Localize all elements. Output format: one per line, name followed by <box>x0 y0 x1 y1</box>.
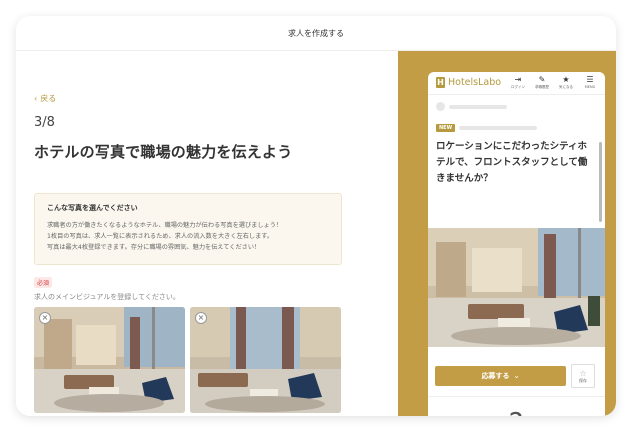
step-indicator: 3/8 <box>34 115 55 130</box>
question-icon: ? <box>502 408 530 417</box>
text-placeholder <box>449 105 507 109</box>
required-instruction: 求人のメインビジュアルを登録してください。 <box>34 293 180 301</box>
lobby-photo <box>190 307 341 413</box>
logo-text: HotelsLabo <box>448 77 502 88</box>
tip-line: 求職者の方が働きたくなるようなホテル、職場の魅力が伝わる写真を選びましょう！ <box>47 222 283 229</box>
tip-line: 1枚目の写真は、求人一覧に表示されるため、求人の流入数を大きく左右します。 <box>47 233 274 240</box>
apply-button[interactable]: 応募する ⌄ <box>435 366 566 386</box>
lobby-photo <box>428 228 605 347</box>
tip-title: こんな写真を選んでください <box>47 204 138 212</box>
back-label: 戻る <box>40 94 57 103</box>
preview-panel: H HotelsLabo ⇥ ログイン ✎ 求職履歴 ★ 気になる ☰ MENU… <box>398 51 616 416</box>
document-icon: ✎ <box>538 75 546 84</box>
job-main-photo <box>428 228 605 347</box>
new-badge: NEW <box>436 124 456 132</box>
tip-box: こんな写真を選んでください 求職者の方が働きたくなるようなホテル、職場の魅力が伝… <box>34 193 342 265</box>
lobby-photo <box>34 307 185 413</box>
divider <box>428 396 605 397</box>
login-icon: ⇥ <box>514 75 522 84</box>
menu-icon: ☰ <box>586 75 594 84</box>
remove-photo-button[interactable]: × <box>195 312 207 324</box>
section-heading: ホテルの写真で職場の魅力を伝えよう <box>34 143 293 161</box>
app-window: 求人を作成する ‹ 戻る 3/8 ホテルの写真で職場の魅力を伝えよう こんな写真… <box>16 16 616 416</box>
logo-icon: H <box>436 77 445 88</box>
nav-menu[interactable]: ☰ MENU <box>579 75 601 89</box>
chevron-down-icon: ⌄ <box>513 372 520 380</box>
preview-header: H HotelsLabo ⇥ ログイン ✎ 求職履歴 ★ 気になる ☰ MENU <box>428 72 605 95</box>
mobile-preview: H HotelsLabo ⇥ ログイン ✎ 求職履歴 ★ 気になる ☰ MENU… <box>428 72 605 416</box>
nav-login[interactable]: ⇥ ログイン <box>507 75 529 90</box>
photo-slot[interactable]: × <box>190 307 341 413</box>
back-link[interactable]: ‹ 戻る <box>34 93 56 104</box>
remove-photo-button[interactable]: × <box>39 312 51 324</box>
save-button[interactable]: ☆ 保存 <box>571 364 595 388</box>
nav-favorites[interactable]: ★ 気になる <box>555 75 577 90</box>
tip-line: 写真は最大4枚登録できます。存分に職場の雰囲気、魅力を伝えてください！ <box>47 244 261 251</box>
star-icon: ☆ <box>579 368 587 378</box>
avatar-placeholder <box>436 102 445 111</box>
job-title: ロケーションにこだわったシティホテルで、フロントスタッフとして働きませんか？ <box>436 141 588 184</box>
logo: H HotelsLabo <box>436 77 501 88</box>
form-panel: ‹ 戻る 3/8 ホテルの写真で職場の魅力を伝えよう こんな写真を選んでください… <box>16 51 398 416</box>
star-icon: ★ <box>562 75 570 84</box>
text-placeholder <box>459 126 537 130</box>
nav-history[interactable]: ✎ 求職履歴 <box>531 75 553 90</box>
chevron-left-icon: ‹ <box>34 94 38 103</box>
page-header: 求人を作成する <box>16 16 616 51</box>
page-title: 求人を作成する <box>288 28 344 38</box>
scrollbar[interactable] <box>599 142 602 222</box>
required-badge: 必須 <box>34 277 53 288</box>
photo-slot[interactable]: × <box>34 307 185 413</box>
